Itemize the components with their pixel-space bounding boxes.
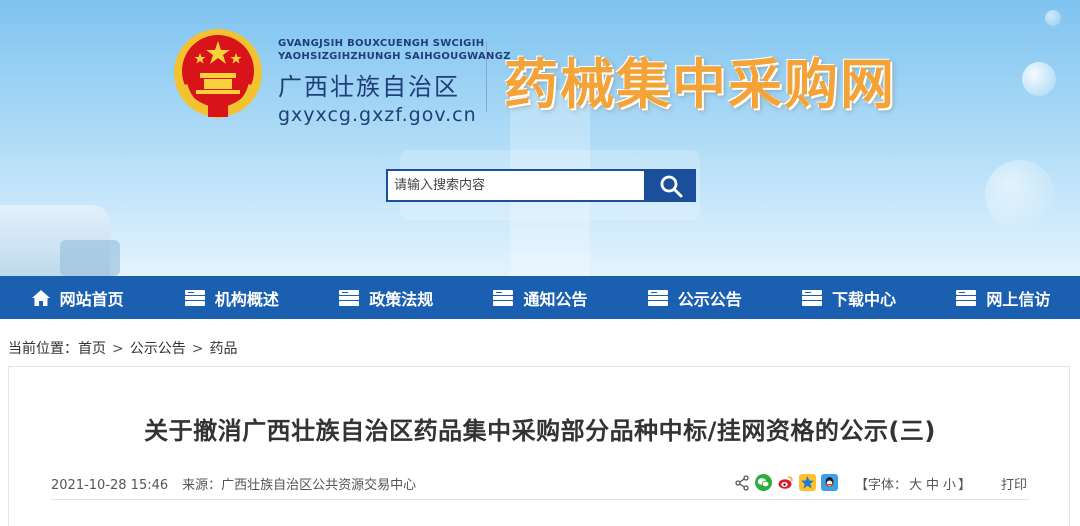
site-header: GVANGJSIH BOUXCUENGH SWCIGIH YAOHSIZGIHZ… (0, 0, 1080, 276)
nav-item-label: 通知公告 (523, 289, 588, 309)
list-icon (802, 289, 823, 306)
meta-divider (51, 499, 1029, 500)
government-identity: GVANGJSIH BOUXCUENGH SWCIGIH YAOHSIZGIHZ… (278, 37, 511, 126)
list-icon (647, 289, 668, 306)
font-size-switcher: 【字体：大中小】 (855, 474, 971, 493)
nav-item-publicity[interactable]: 公示公告 (617, 276, 771, 319)
search-input[interactable] (388, 171, 644, 200)
share-icon[interactable] (734, 474, 750, 491)
breadcrumb: 当前位置：首页 > 公示公告 > 药品 (8, 338, 237, 358)
decorative-bubble (1045, 10, 1061, 26)
wechat-icon[interactable] (755, 474, 772, 491)
search-button[interactable] (646, 169, 696, 202)
breadcrumb-prefix: 当前位置： (8, 341, 78, 357)
list-icon (956, 289, 977, 306)
font-size-label: 【字体： (855, 478, 908, 493)
nav-item-label: 政策法规 (369, 289, 434, 309)
nav-item-home[interactable]: 网站首页 (0, 276, 154, 319)
gov-pinyin-line2: YAOHSIZGIHZHUNGH SAIHGOUGWANGZ (278, 51, 511, 62)
search-icon (660, 175, 683, 197)
font-size-small[interactable]: 小 (943, 478, 956, 493)
article-datetime: 2021-10-28 15:46 (51, 478, 169, 493)
nav-item-about[interactable]: 机构概述 (154, 276, 308, 319)
article-meta: 2021-10-28 15:46 来源：广西壮族自治区公共资源交易中心 (51, 474, 416, 493)
font-size-close: 】 (958, 478, 972, 493)
list-icon (184, 289, 205, 306)
nav-item-download[interactable]: 下载中心 (771, 276, 925, 319)
font-size-large[interactable]: 大 (909, 478, 922, 493)
header-divider (486, 42, 487, 112)
nav-item-label: 网站首页 (59, 289, 124, 309)
share-bar (734, 474, 838, 491)
qzone-icon[interactable] (799, 474, 816, 491)
nav-item-label: 公示公告 (677, 289, 742, 309)
breadcrumb-separator: > (112, 341, 124, 357)
list-icon (493, 289, 514, 306)
list-icon (339, 289, 360, 306)
print-button[interactable]: 打印 (1001, 474, 1027, 493)
font-size-medium[interactable]: 中 (926, 478, 939, 493)
article-panel: 关于撤消广西壮族自治区药品集中采购部分品种中标/挂网资格的公示(三) 2021-… (8, 366, 1070, 526)
site-title: 药械集中采购网 (504, 53, 896, 116)
gov-url: gxyxcg.gxzf.gov.cn (278, 104, 477, 126)
nav-item-petition[interactable]: 网上信访 (926, 276, 1080, 319)
nav-item-notice[interactable]: 通知公告 (463, 276, 617, 319)
weibo-icon[interactable] (777, 474, 794, 491)
home-icon (31, 289, 50, 306)
qq-icon[interactable] (821, 474, 838, 491)
breadcrumb-drugs-link[interactable]: 药品 (209, 341, 237, 357)
decorative-bubble (985, 160, 1055, 230)
article-title: 关于撤消广西壮族自治区药品集中采购部分品种中标/挂网资格的公示(三) (144, 417, 936, 445)
nav-item-label: 机构概述 (214, 289, 279, 309)
decorative-bubble (1022, 62, 1056, 96)
search-box (386, 169, 646, 202)
nav-item-label: 网上信访 (986, 289, 1051, 309)
national-emblem-icon (170, 25, 266, 121)
main-nav: 网站首页 机构概述 政策法规 通知公告 公示公告 下载中心 网上信访 (0, 276, 1080, 319)
decorative-device-part (60, 240, 120, 276)
nav-item-policy[interactable]: 政策法规 (309, 276, 463, 319)
breadcrumb-publicity-link[interactable]: 公示公告 (130, 341, 186, 357)
breadcrumb-home-link[interactable]: 首页 (78, 341, 106, 357)
gov-name: 广西壮族自治区 (278, 73, 460, 101)
gov-pinyin-line1: GVANGJSIH BOUXCUENGH SWCIGIH (278, 38, 485, 49)
article-source: 来源：广西壮族自治区公共资源交易中心 (182, 478, 417, 493)
nav-item-label: 下载中心 (832, 289, 897, 309)
breadcrumb-separator: > (191, 341, 204, 357)
